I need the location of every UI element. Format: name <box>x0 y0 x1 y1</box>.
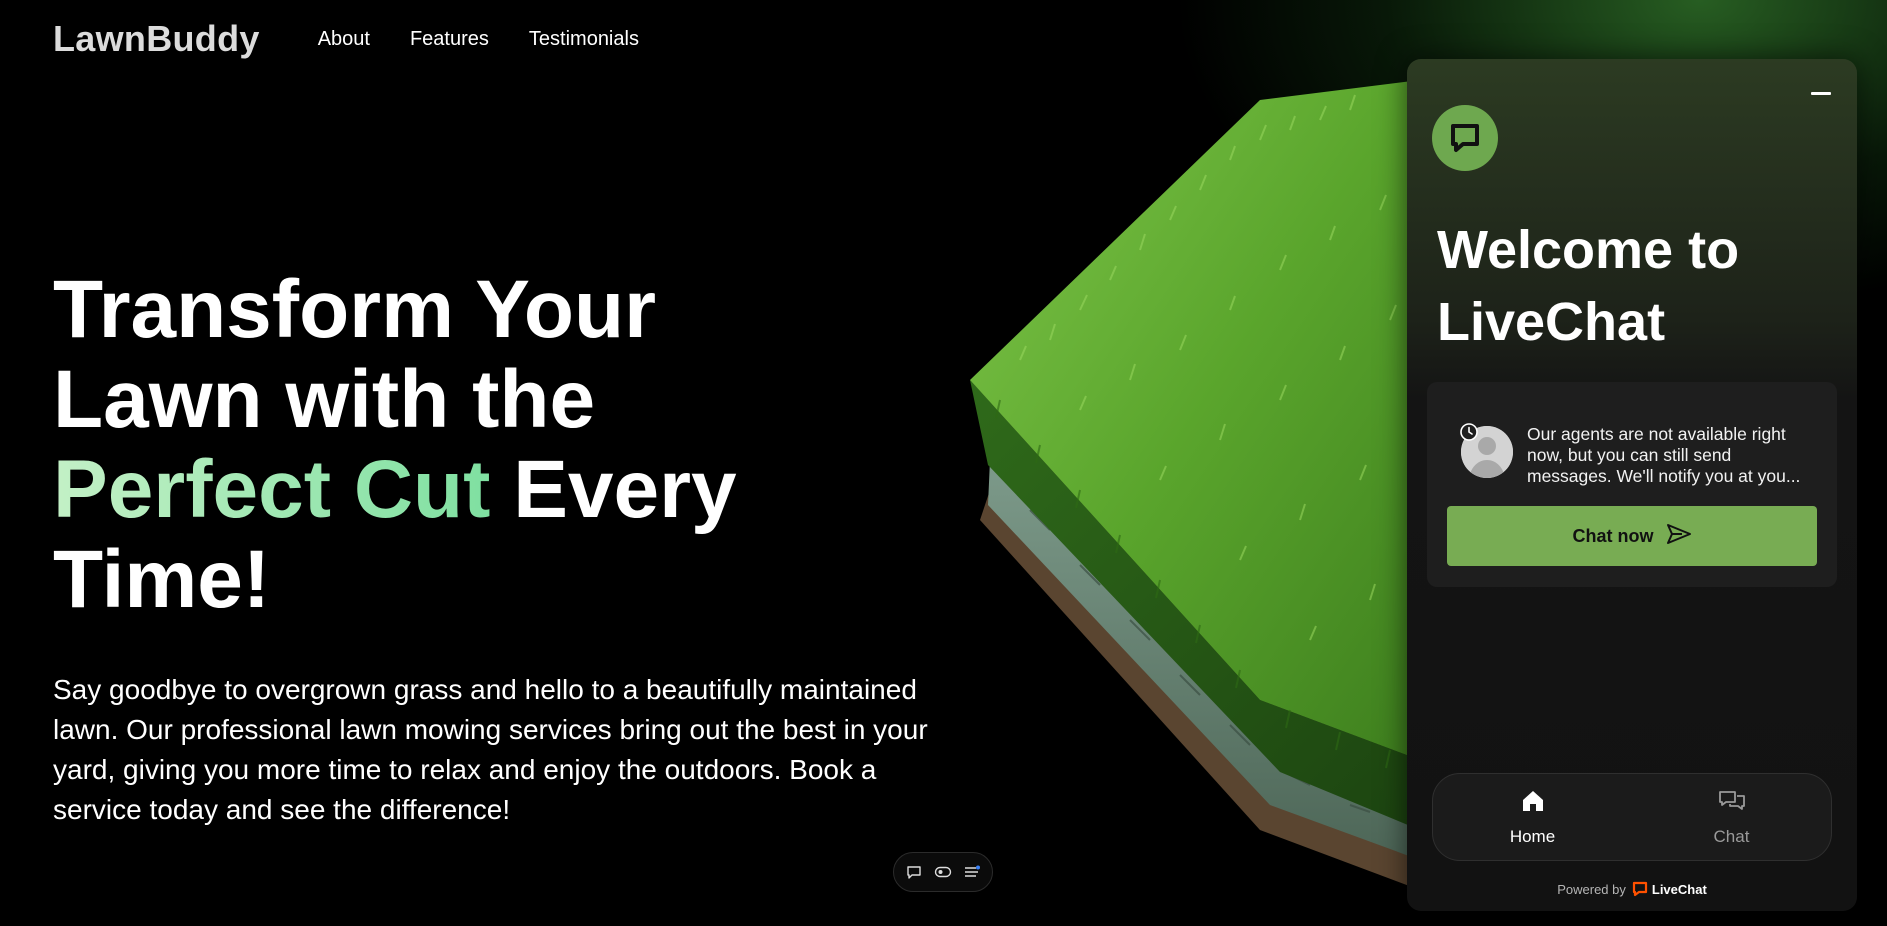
hero-title-line1: Transform Your <box>53 264 656 355</box>
hero-title-line4: Time! <box>53 534 271 625</box>
chat-bubble-icon[interactable] <box>903 861 925 883</box>
chat-welcome-heading: Welcome to LiveChat <box>1437 214 1817 358</box>
tab-chat-label: Chat <box>1713 826 1750 846</box>
nav-link-features[interactable]: Features <box>410 28 489 51</box>
powered-by-text: Powered by <box>1557 881 1626 897</box>
nav-link-testimonials[interactable]: Testimonials <box>529 28 639 51</box>
hero-title-highlight: Perfect Cut <box>53 444 491 535</box>
livechat-widget: Welcome to LiveChat Our agents are not av… <box>1407 59 1857 911</box>
tab-home-label: Home <box>1509 826 1556 846</box>
toggle-icon[interactable] <box>932 861 954 883</box>
tab-chat[interactable]: Chat <box>1632 774 1831 860</box>
hero-subtitle: Say goodbye to overgrown grass and hello… <box>53 674 928 825</box>
livechat-logo-icon <box>1432 105 1498 171</box>
livechat-brand-icon <box>1632 881 1647 897</box>
mini-toolbar <box>893 852 993 892</box>
send-icon <box>1666 523 1692 550</box>
minimize-button[interactable] <box>1809 81 1833 105</box>
nav-links: About Features Testimonials <box>318 28 639 51</box>
chat-welcome-line1: Welcome to <box>1437 220 1740 280</box>
grass-block-illustration <box>970 80 1420 890</box>
clock-icon <box>1459 422 1479 442</box>
livechat-brand-link[interactable]: LiveChat <box>1632 881 1707 897</box>
site-logo[interactable]: LawnBuddy <box>53 18 260 60</box>
home-icon <box>1520 788 1546 819</box>
hero-title-line2: Lawn with the <box>53 354 596 445</box>
hero-title: Transform Your Lawn with the Perfect Cut E… <box>53 265 913 625</box>
livechat-brand-text: LiveChat <box>1651 881 1707 897</box>
landing-page: LawnBuddy About Features Testimonials Tr… <box>0 0 1887 926</box>
nav-link-about[interactable]: About <box>318 28 370 51</box>
powered-by-footer: Powered by LiveChat <box>1407 881 1857 897</box>
agent-status-card: Our agents are not available right now, … <box>1427 382 1837 587</box>
chat-tab-bar: Home Chat <box>1432 773 1832 861</box>
agent-unavailable-message: Our agents are not available right now, … <box>1527 424 1801 486</box>
menu-icon[interactable] <box>961 861 983 883</box>
chat-welcome-line2: LiveChat <box>1437 292 1666 352</box>
tab-home[interactable]: Home <box>1433 774 1632 860</box>
chat-now-label: Chat now <box>1572 525 1654 546</box>
chat-icon <box>1717 788 1747 819</box>
top-nav: LawnBuddy About Features Testimonials <box>53 18 639 60</box>
hero-title-rest: Every <box>490 444 737 535</box>
chat-now-button[interactable]: Chat now <box>1447 506 1817 566</box>
